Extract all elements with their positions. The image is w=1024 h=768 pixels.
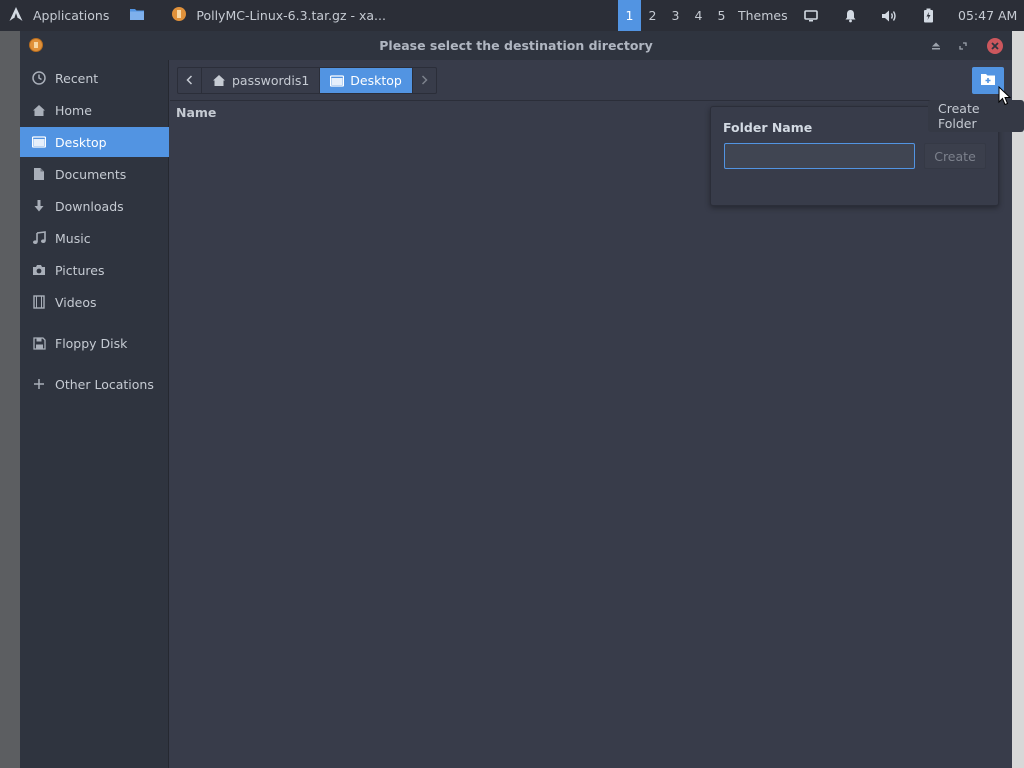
mouse-cursor-icon: [998, 85, 1012, 109]
path-segment-label: passwordis1: [232, 73, 310, 88]
path-segment-label: Desktop: [350, 73, 402, 88]
sidebar-item-desktop[interactable]: Desktop: [20, 127, 169, 157]
clock[interactable]: 05:47 AM: [958, 0, 1017, 31]
workspace-1[interactable]: 1: [618, 0, 641, 31]
sidebar-item-label: Music: [55, 230, 91, 246]
sidebar-item-label: Documents: [55, 166, 127, 182]
download-icon: [32, 199, 46, 213]
window-titlebar[interactable]: Please select the destination directory: [20, 31, 1012, 60]
workspace-5[interactable]: 5: [710, 0, 733, 31]
arch-logo-icon: [8, 6, 24, 25]
camera-icon: [32, 263, 46, 277]
home-icon: [32, 103, 46, 117]
plus-icon: [32, 377, 46, 391]
path-segment-home[interactable]: passwordis1: [202, 68, 321, 93]
maximize-button[interactable]: [955, 38, 971, 54]
applications-menu[interactable]: Applications: [0, 0, 109, 31]
desktop-background-left: [0, 31, 20, 768]
taskbar-item-label: PollyMC-Linux-6.3.tar.gz - xa...: [196, 8, 386, 23]
archive-app-icon: [171, 6, 187, 25]
path-bar: passwordis1 Desktop: [177, 67, 437, 94]
file-manager-launcher[interactable]: [129, 0, 145, 31]
sidebar-item-floppy-disk[interactable]: Floppy Disk: [20, 328, 169, 358]
sidebar-item-downloads[interactable]: Downloads: [20, 191, 169, 221]
top-panel: Applications PollyMC-Linux-6.3.tar.gz - …: [0, 0, 1024, 31]
workspace-4[interactable]: 4: [687, 0, 710, 31]
path-forward-button[interactable]: [413, 68, 436, 93]
folder-icon: [330, 74, 345, 87]
folder-name-label: Folder Name: [723, 120, 813, 135]
home-icon: [212, 74, 226, 87]
sidebar-item-documents[interactable]: Documents: [20, 159, 169, 189]
notification-bell-icon[interactable]: [844, 0, 857, 31]
sidebar-item-label: Other Locations: [55, 376, 154, 392]
sidebar-item-pictures[interactable]: Pictures: [20, 255, 169, 285]
sidebar-item-label: Home: [55, 102, 92, 118]
folder-icon: [129, 7, 145, 24]
file-chooser-dialog: Please select the destination directory …: [20, 31, 1012, 768]
folder-icon: [32, 135, 46, 149]
applications-label: Applications: [33, 8, 110, 23]
sidebar-item-label: Recent: [55, 70, 99, 86]
workspace-3[interactable]: 3: [664, 0, 687, 31]
taskbar-item-pollymc[interactable]: PollyMC-Linux-6.3.tar.gz - xa...: [171, 0, 386, 31]
folder-new-icon: [980, 72, 996, 89]
header-divider: [170, 100, 1012, 101]
sidebar-item-label: Downloads: [55, 198, 124, 214]
battery-icon[interactable]: [923, 0, 934, 31]
film-icon: [32, 295, 46, 309]
themes-button[interactable]: Themes: [738, 0, 788, 31]
sidebar-item-recent[interactable]: Recent: [20, 63, 169, 93]
workspace-2[interactable]: 2: [641, 0, 664, 31]
sidebar-item-label: Desktop: [55, 134, 107, 150]
sidebar-item-label: Floppy Disk: [55, 335, 128, 351]
chevron-right-icon: [421, 73, 428, 88]
sidebar-item-music[interactable]: Music: [20, 223, 169, 253]
music-icon: [32, 231, 46, 245]
sidebar-item-other-locations[interactable]: Other Locations: [20, 369, 169, 399]
app-icon: [29, 38, 43, 52]
sidebar-item-label: Pictures: [55, 262, 105, 278]
clock-icon: [32, 71, 46, 85]
path-back-button[interactable]: [178, 68, 202, 93]
volume-icon[interactable]: [881, 0, 898, 31]
close-button[interactable]: [987, 38, 1003, 54]
create-button[interactable]: Create: [924, 143, 986, 169]
sidebar-item-label: Videos: [55, 294, 97, 310]
folder-name-input[interactable]: [724, 143, 915, 169]
sidebar-item-home[interactable]: Home: [20, 95, 169, 125]
path-segment-desktop[interactable]: Desktop: [320, 68, 413, 93]
desktop-background-right: [1012, 31, 1024, 768]
floppy-icon: [32, 336, 46, 350]
column-header-name[interactable]: Name: [176, 105, 216, 120]
minimize-button[interactable]: [928, 38, 944, 54]
document-icon: [32, 167, 46, 181]
places-sidebar: Recent Home Desktop Documents Downloads …: [20, 60, 169, 768]
chevron-left-icon: [186, 73, 193, 88]
workspace-switcher: 1 2 3 4 5: [618, 0, 733, 31]
sidebar-item-videos[interactable]: Videos: [20, 287, 169, 317]
window-title: Please select the destination directory: [379, 38, 653, 53]
display-icon[interactable]: [804, 0, 818, 31]
